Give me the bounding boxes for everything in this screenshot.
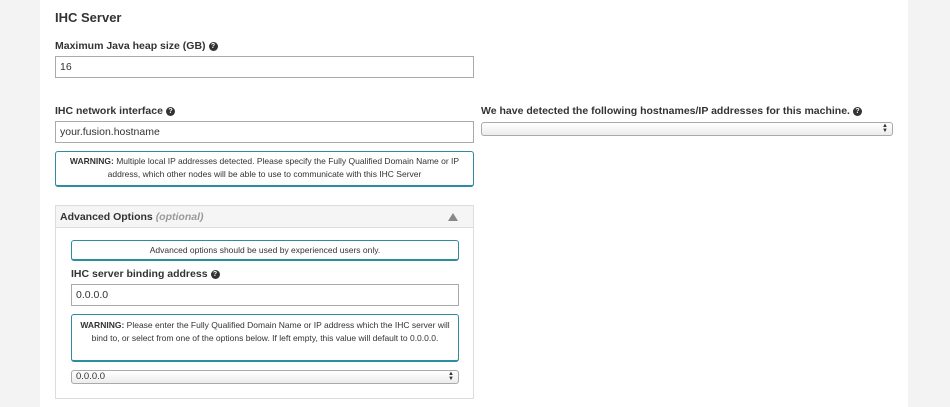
detected-hosts-label-text: We have detected the following hostnames… xyxy=(481,105,850,117)
network-interface-input[interactable]: your.fusion.hostname xyxy=(55,121,474,143)
question-circle-icon[interactable]: ? xyxy=(852,107,862,116)
advanced-notice: Advanced options should be used by exper… xyxy=(71,240,459,261)
network-interface-label-text: IHC network interface xyxy=(55,105,163,117)
binding-address-value: 0.0.0.0 xyxy=(76,289,109,301)
section-title: IHC Server xyxy=(55,10,122,25)
network-interface-value: your.fusion.hostname xyxy=(60,126,160,138)
binding-address-select[interactable]: 0.0.0.0 ▲ ▼ xyxy=(71,370,459,384)
detected-hosts-label: We have detected the following hostnames… xyxy=(481,105,862,117)
advanced-options-panel: Advanced Options (optional) Advanced opt… xyxy=(55,205,474,399)
binding-address-selected: 0.0.0.0 xyxy=(76,371,106,382)
warning-prefix: WARNING: xyxy=(69,156,114,166)
heap-size-value: 16 xyxy=(60,61,72,73)
binding-address-label-text: IHC server binding address xyxy=(71,268,208,280)
ihc-server-panel: IHC Server Maximum Java heap size (GB)? … xyxy=(40,0,908,407)
detected-hosts-select[interactable]: ▲ ▼ xyxy=(481,122,893,136)
network-interface-label: IHC network interface? xyxy=(55,105,175,117)
question-circle-icon[interactable]: ? xyxy=(165,107,175,116)
binding-warning-notice: WARNING: Please enter the Fully Qualifie… xyxy=(71,314,459,362)
network-warning-notice: WARNING: Multiple local IP addresses det… xyxy=(55,151,474,187)
binding-address-label: IHC server binding address? xyxy=(71,268,220,280)
up-down-arrows-icon: ▲ ▼ xyxy=(448,371,454,382)
optional-tag: (optional) xyxy=(155,211,204,223)
warning-prefix: WARNING: xyxy=(80,320,125,330)
advanced-options-header[interactable]: Advanced Options (optional) xyxy=(56,206,473,228)
warning-text: Please enter the Fully Qualified Domain … xyxy=(91,320,450,343)
heap-size-label: Maximum Java heap size (GB)? xyxy=(55,40,218,52)
advanced-options-title: Advanced Options (optional) xyxy=(60,211,204,223)
binding-address-input[interactable]: 0.0.0.0 xyxy=(71,284,459,306)
question-circle-icon[interactable]: ? xyxy=(210,270,220,279)
up-down-arrows-icon: ▲ ▼ xyxy=(882,123,888,134)
heap-size-input[interactable]: 16 xyxy=(55,56,474,78)
warning-text: Multiple local IP addresses detected. Pl… xyxy=(107,156,460,179)
heap-size-label-text: Maximum Java heap size (GB) xyxy=(55,40,206,52)
triangle-up-icon[interactable] xyxy=(448,213,458,221)
advanced-options-title-text: Advanced Options xyxy=(60,211,153,223)
question-circle-icon[interactable]: ? xyxy=(208,42,218,51)
advanced-notice-text: Advanced options should be used by exper… xyxy=(149,245,381,255)
